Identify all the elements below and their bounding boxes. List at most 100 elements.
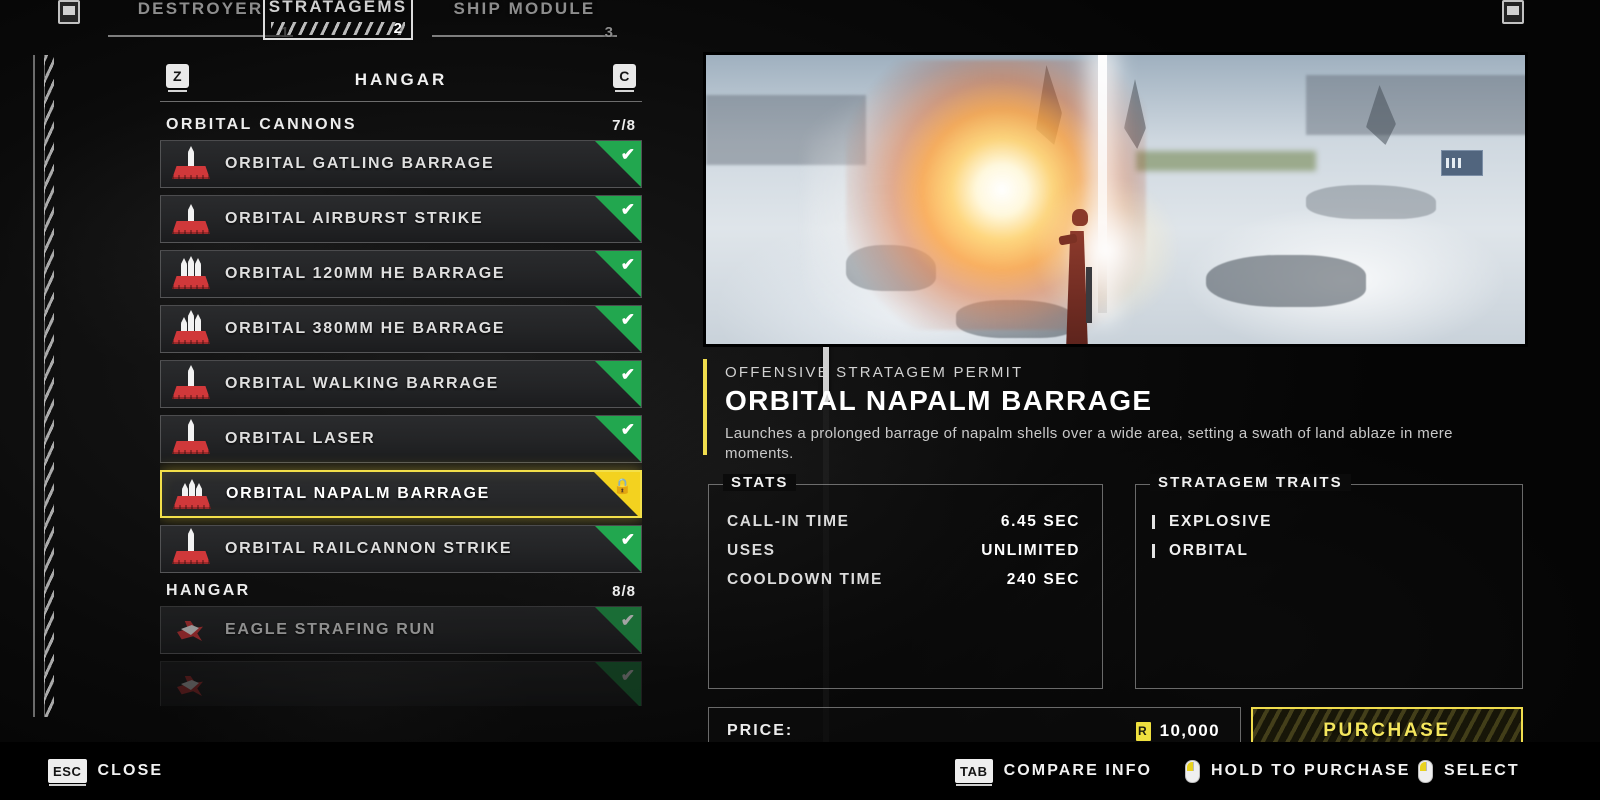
bottom-hint-bar: ESC CLOSE TAB COMPARE INFO HOLD TO PURCH… [0, 742, 1600, 800]
stat-value: 6.45 SEC [1000, 512, 1080, 530]
stratagem-purchase-screen: DESTROYER 1 STRATAGEMS 2 SHIP MODULE 3 Z [0, 0, 1600, 800]
group-header-hangar: HANGAR 8/8 [160, 580, 642, 606]
hint-compare-info[interactable]: TAB COMPARE INFO [955, 759, 1153, 786]
hint-hold-label: HOLD TO PURCHASE [1211, 762, 1411, 779]
tab-ship-module[interactable]: SHIP MODULE 3 [432, 0, 617, 40]
detail-description: Launches a prolonged barrage of napalm s… [725, 425, 1453, 463]
left-rail-line [33, 55, 35, 717]
hint-select[interactable]: SELECT [1418, 759, 1520, 783]
stat-value: 240 SEC [1006, 570, 1080, 588]
list-item[interactable]: EAGLE STRAFING RUN ✔ [160, 606, 642, 654]
list-item[interactable]: ORBITAL LASER ✔ [160, 415, 642, 463]
preview-helldiver [1058, 205, 1102, 344]
purchase-button-label: PURCHASE [1323, 720, 1451, 741]
trait-row: ORBITAL [1152, 536, 1522, 565]
ship-icon-left [58, 0, 80, 24]
list-item-label: ORBITAL WALKING BARRAGE [225, 375, 500, 392]
preview-outpost [1441, 150, 1483, 176]
stratagem-preview-image [703, 52, 1528, 347]
trait-row: EXPLOSIVE [1152, 507, 1522, 536]
list-header-title: HANGAR [354, 69, 448, 89]
tab-stratagems-label: STRATAGEMS [268, 0, 408, 16]
trait-bullet-icon [1152, 514, 1155, 529]
list-item[interactable]: ORBITAL WALKING BARRAGE ✔ [160, 360, 642, 408]
check-icon: ✔ [620, 145, 635, 164]
hint-select-label: SELECT [1444, 762, 1520, 779]
stat-row: USES UNLIMITED [709, 536, 1102, 565]
orbital-cannon-icon [169, 146, 213, 181]
hint-compare-label: COMPARE INFO [1003, 762, 1153, 779]
tab-stratagems[interactable]: STRATAGEMS 2 [263, 0, 413, 40]
list-item-selected-orbital-napalm-barrage[interactable]: ORBITAL NAPALM BARRAGE 🔒 [160, 470, 642, 518]
stat-key: USES [727, 541, 776, 559]
orbital-cannon-icon [170, 477, 214, 511]
tab-ship-module-number: 3 [604, 23, 613, 41]
owned-corner: ✔ [595, 251, 641, 297]
group-count: 8/8 [612, 582, 636, 600]
stratagem-list-scroll[interactable]: ORBITAL CANNONS 7/8 ORBITAL GATLING BARR… [160, 114, 642, 706]
list-item-label: EAGLE STRAFING RUN [225, 621, 437, 638]
stat-key: CALL-IN TIME [727, 512, 850, 530]
left-hatch-rail [44, 55, 54, 717]
traits-box: STRATAGEM TRAITS EXPLOSIVE ORBITAL [1135, 474, 1523, 689]
owned-corner: ✔ [595, 196, 641, 242]
detail-category-label: OFFENSIVE STRATAGEM PERMIT [725, 364, 1024, 381]
owned-corner: ✔ [595, 306, 641, 352]
list-item[interactable]: ORBITAL RAILCANNON STRIKE ✔ [160, 525, 642, 573]
key-c-badge[interactable]: C [613, 64, 636, 92]
group-count: 7/8 [612, 116, 636, 134]
list-item-label: ORBITAL RAILCANNON STRIKE [225, 540, 513, 557]
trait-label: EXPLOSIVE [1169, 512, 1273, 530]
group-name: HANGAR [166, 582, 251, 599]
owned-corner: ✔ [595, 416, 641, 462]
stratagem-list-panel: Z HANGAR C ORBITAL CANNONS 7/8 ORBITAL G… [160, 58, 829, 762]
list-item[interactable]: ORBITAL 380MM HE BARRAGE ✔ [160, 305, 642, 353]
check-icon: ✔ [620, 420, 635, 439]
stat-row: COOLDOWN TIME 240 SEC [709, 565, 1102, 594]
owned-corner: ✔ [595, 141, 641, 187]
orbital-cannon-icon [169, 528, 213, 566]
list-item-label: ORBITAL 380MM HE BARRAGE [225, 320, 506, 337]
stats-title: STATS [723, 474, 797, 491]
list-item[interactable]: ORBITAL AIRBURST STRIKE ✔ [160, 195, 642, 243]
check-icon: ✔ [620, 310, 635, 329]
traits-title: STRATAGEM TRAITS [1150, 474, 1351, 491]
requisition-slip-icon: R [1135, 721, 1151, 741]
stats-box: STATS CALL-IN TIME 6.45 SEC USES UNLIMIT… [708, 474, 1103, 689]
check-icon: ✔ [620, 365, 635, 384]
list-item[interactable]: ORBITAL GATLING BARRAGE ✔ [160, 140, 642, 188]
detail-accent-bar [703, 359, 707, 455]
list-header: Z HANGAR C [160, 58, 642, 102]
eagle-icon [169, 613, 213, 647]
hint-close-label: CLOSE [97, 762, 164, 779]
orbital-cannon-icon [169, 419, 213, 456]
price-label: PRICE: [727, 722, 794, 739]
lock-icon: 🔒 [613, 478, 632, 495]
trait-label: ORBITAL [1169, 541, 1249, 559]
tab-stratagems-underline: 2 [271, 20, 405, 37]
owned-corner: ✔ [595, 607, 641, 653]
stat-value: UNLIMITED [981, 541, 1080, 559]
mouse-left-click-icon [1418, 759, 1433, 783]
esc-key-badge: ESC [48, 759, 87, 786]
group-name: ORBITAL CANNONS [166, 116, 357, 133]
check-icon: ✔ [620, 611, 635, 630]
key-z-badge[interactable]: Z [166, 64, 189, 92]
orbital-cannon-icon [169, 310, 213, 346]
top-tab-bar: DESTROYER 1 STRATAGEMS 2 SHIP MODULE 3 [0, 0, 1600, 40]
hint-close[interactable]: ESC CLOSE [48, 759, 164, 786]
detail-item-name: ORBITAL NAPALM BARRAGE [725, 385, 1153, 416]
owned-corner: ✔ [595, 662, 641, 706]
trait-bullet-icon [1152, 543, 1155, 558]
price-value-group: R 10,000 [1135, 721, 1220, 741]
traits-list: EXPLOSIVE ORBITAL [1136, 507, 1522, 565]
tab-stratagems-number: 2 [393, 20, 402, 37]
orbital-cannon-icon [169, 365, 213, 401]
orbital-cannon-icon [169, 202, 213, 236]
preview-vegetation [1136, 151, 1316, 171]
list-item[interactable]: ✔ [160, 661, 642, 706]
tab-ship-module-label: SHIP MODULE [453, 0, 596, 18]
list-item[interactable]: ORBITAL 120MM HE BARRAGE ✔ [160, 250, 642, 298]
hint-hold-to-purchase[interactable]: HOLD TO PURCHASE [1185, 759, 1411, 783]
stat-key: COOLDOWN TIME [727, 570, 883, 588]
